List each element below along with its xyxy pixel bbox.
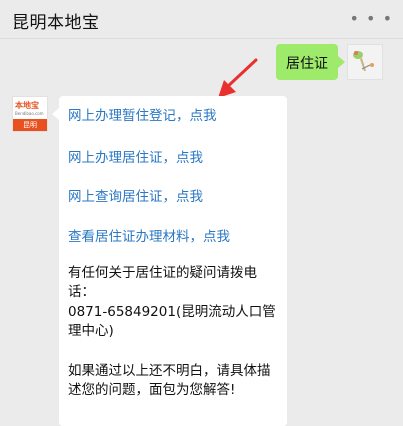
avatar-site-text: Bendibao.com [15,111,44,116]
user-avatar-image [348,45,382,79]
link-apply-residence-permit[interactable]: 网上办理居住证，点我 [68,146,203,166]
link-register-temp-residence[interactable]: 网上办理暂住登记，点我 [68,104,217,124]
more-options-icon[interactable]: • • • [350,9,393,28]
bendibao-avatar[interactable]: 本地宝 Bendibao.com 昆明 [12,96,48,132]
sent-message-bubble[interactable]: 居住证 [276,44,338,80]
chat-title: 昆明本地宝 [12,13,100,33]
link-query-residence-permit[interactable]: 网上查询居住证，点我 [68,185,203,205]
chat-header: 昆明本地宝 • • • [0,0,403,39]
closing-text: 如果通过以上还不明白，请具体描述您的问题，面包为您解答! [68,363,271,398]
reply-bubble-tail [52,108,59,120]
hotline-intro-text: 有任何关于居住证的疑问请拨电话： [68,265,257,300]
hotline-number-text: 0871-65849201(昆明流动人口管理中心) [68,304,276,339]
avatar-city-text: 昆明 [23,121,37,129]
link-view-materials[interactable]: 查看居住证办理材料，点我 [68,225,230,245]
user-avatar[interactable] [347,44,383,80]
sent-bubble-tail [338,56,345,68]
avatar-brand-text: 本地宝 [15,101,39,110]
avatar-top: 本地宝 Bendibao.com [13,97,47,119]
avatar-bottom: 昆明 [13,119,47,131]
